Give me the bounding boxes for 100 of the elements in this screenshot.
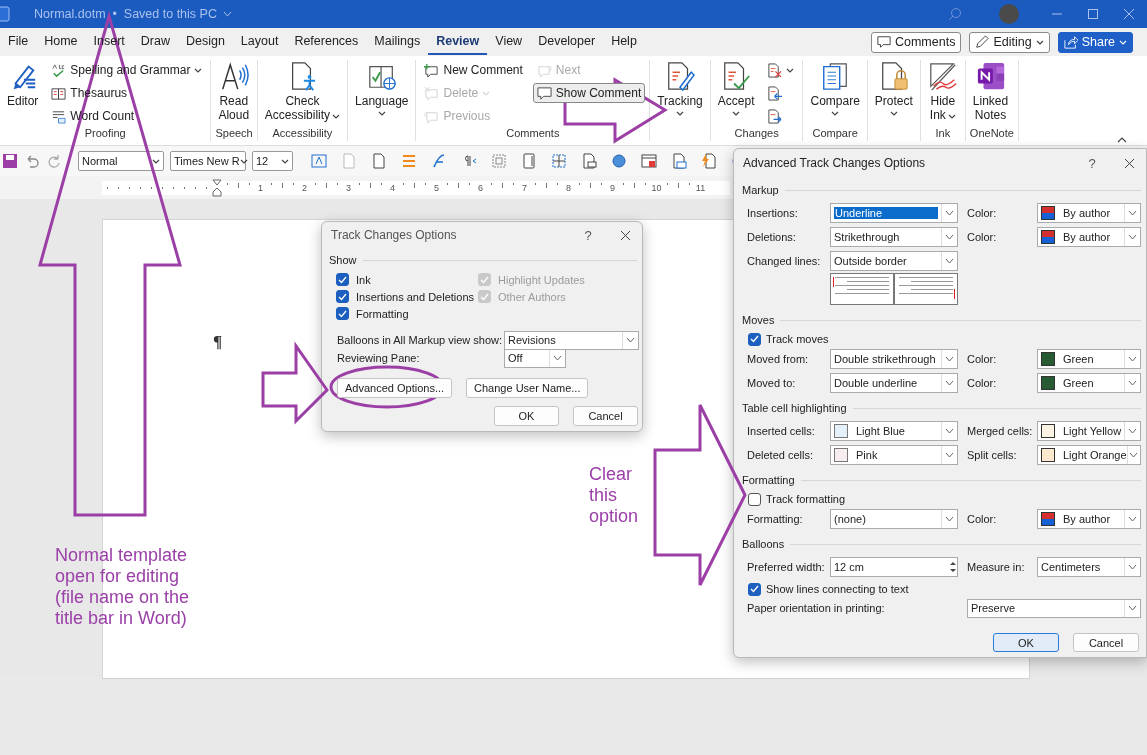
ribbon-tab[interactable]: Home bbox=[36, 29, 86, 55]
field-label: Color: bbox=[966, 231, 998, 243]
ribbon-tab[interactable]: Developer bbox=[530, 29, 604, 55]
checkbox-label[interactable]: Show lines connecting to text bbox=[766, 583, 909, 595]
dropdown[interactable]: Strikethrough bbox=[830, 227, 958, 247]
dropdown[interactable]: Light Yellow bbox=[1037, 421, 1141, 441]
font-size-dropdown[interactable]: 12 bbox=[252, 151, 293, 171]
header-button[interactable]: Editing bbox=[969, 31, 1050, 53]
page-icon[interactable] bbox=[371, 153, 387, 169]
dropdown[interactable]: Light Orange bbox=[1037, 445, 1141, 465]
dialog-button[interactable]: OK bbox=[993, 633, 1059, 652]
field-label: Moved to: bbox=[747, 377, 797, 389]
ribbon-button[interactable]: Compare bbox=[807, 60, 863, 117]
document-print-icon[interactable] bbox=[581, 153, 597, 169]
field-label: Color: bbox=[966, 513, 998, 525]
maximize-icon[interactable] bbox=[1087, 8, 1099, 20]
annotation-note: Clear this option bbox=[589, 464, 639, 527]
checkbox-label[interactable]: Track moves bbox=[766, 333, 829, 345]
spell-check-icon bbox=[51, 62, 67, 78]
ribbon-button[interactable]: Linked Notes bbox=[969, 60, 1012, 123]
ribbon-tab[interactable]: View bbox=[487, 29, 531, 55]
check-icon bbox=[750, 585, 759, 593]
dropdown[interactable]: Light Blue bbox=[830, 421, 958, 441]
checkbox[interactable] bbox=[336, 307, 349, 320]
comment-delete-icon bbox=[424, 85, 440, 101]
style-dropdown[interactable]: Normal bbox=[78, 151, 164, 171]
chevron-icon bbox=[945, 428, 954, 434]
text-box-icon[interactable] bbox=[311, 153, 327, 169]
dropdown[interactable]: By author bbox=[1037, 509, 1141, 529]
dialog-button[interactable]: OK bbox=[494, 406, 559, 426]
group-label: Comments bbox=[505, 127, 561, 141]
dropdown[interactable]: Double strikethrough bbox=[830, 349, 958, 369]
ribbon-tab[interactable]: Draw bbox=[132, 29, 178, 55]
collapse-icon[interactable] bbox=[1117, 137, 1127, 143]
close-icon[interactable] bbox=[619, 229, 631, 241]
checkbox-label[interactable]: Insertions and Deletions bbox=[356, 290, 474, 303]
spin-field[interactable]: 12 cm bbox=[830, 557, 958, 577]
ribbon-button[interactable]: Tracking bbox=[654, 60, 706, 117]
group-label: Proofing bbox=[83, 127, 127, 141]
close-icon[interactable] bbox=[1123, 8, 1135, 20]
notebook-page-icon[interactable] bbox=[521, 153, 537, 169]
caret-icon bbox=[152, 158, 160, 164]
ribbon-tab[interactable]: File bbox=[0, 29, 37, 55]
help-button[interactable]: ? bbox=[568, 227, 608, 243]
calendar-icon[interactable] bbox=[641, 153, 657, 169]
cursive-pen-icon[interactable] bbox=[431, 153, 447, 169]
header-button[interactable]: Comments bbox=[870, 31, 962, 53]
dropdown[interactable]: Preserve bbox=[967, 598, 1141, 618]
dropdown[interactable]: Underline bbox=[830, 203, 958, 223]
checkbox[interactable] bbox=[336, 273, 349, 286]
dropdown[interactable]: Centimeters bbox=[1037, 557, 1141, 577]
field-label: Paper orientation in printing: bbox=[747, 602, 886, 614]
dropdown[interactable]: Outside border bbox=[830, 251, 958, 271]
header-button[interactable]: Share bbox=[1057, 31, 1133, 53]
ribbon-button[interactable]: Show Comment bbox=[532, 83, 646, 103]
circle-icon[interactable] bbox=[611, 153, 627, 169]
close-icon[interactable] bbox=[1123, 157, 1135, 169]
checkbox[interactable] bbox=[336, 290, 349, 303]
ribbon-tab[interactable]: Design bbox=[177, 29, 233, 55]
dropdown[interactable]: By author bbox=[1037, 227, 1141, 247]
checkbox-label[interactable]: Ink bbox=[356, 273, 371, 286]
dialog-button[interactable]: Advanced Options... bbox=[337, 378, 453, 398]
document-bolt-icon[interactable] bbox=[701, 153, 717, 169]
chevron-icon bbox=[1128, 605, 1137, 611]
dropdown[interactable]: Green bbox=[1037, 349, 1141, 369]
lines-icon[interactable] bbox=[401, 153, 417, 169]
ribbon-button[interactable]: Read Aloud bbox=[215, 60, 253, 123]
group-label: Accessibility bbox=[271, 127, 334, 141]
dialog-button[interactable]: Cancel bbox=[1073, 633, 1139, 652]
dropdown[interactable]: Green bbox=[1037, 373, 1141, 393]
checkbox[interactable] bbox=[748, 332, 761, 346]
dialog-button[interactable]: Cancel bbox=[573, 406, 638, 426]
dropdown[interactable]: Pink bbox=[830, 445, 958, 465]
ribbon-button[interactable]: Language bbox=[352, 60, 412, 117]
help-button[interactable]: ? bbox=[1072, 155, 1112, 171]
dropdown[interactable]: (none) bbox=[830, 509, 958, 529]
ribbon-tab[interactable]: Mailings bbox=[366, 29, 429, 55]
dropdown[interactable]: By author bbox=[1037, 203, 1141, 223]
checkbox[interactable] bbox=[748, 582, 761, 596]
table-grid-icon[interactable] bbox=[551, 153, 567, 169]
ribbon-tab[interactable]: References bbox=[286, 29, 367, 55]
caret-icon bbox=[377, 111, 386, 116]
ribbon-tab[interactable]: Help bbox=[603, 29, 645, 55]
ribbon-button[interactable]: Editor bbox=[4, 60, 42, 109]
ribbon-button[interactable]: Check Accessibility bbox=[261, 60, 344, 123]
font-dropdown[interactable]: Times New R bbox=[170, 151, 246, 171]
dialog-button[interactable]: Change User Name... bbox=[466, 378, 589, 398]
checkbox[interactable] bbox=[748, 492, 761, 506]
ribbon-button[interactable]: New Comment bbox=[420, 60, 527, 80]
checkbox-label[interactable]: Formatting bbox=[356, 307, 409, 320]
ribbon-button[interactable]: Protect bbox=[871, 60, 916, 117]
ribbon-button[interactable]: Accept bbox=[714, 60, 758, 117]
dropdown[interactable]: Revisions bbox=[504, 330, 639, 350]
dialog-title: Advanced Track Changes Options bbox=[743, 156, 927, 170]
ribbon-tab[interactable]: Layout bbox=[232, 29, 287, 55]
dropdown[interactable]: Double underline bbox=[830, 373, 958, 393]
ribbon-button[interactable]: Hide Ink bbox=[924, 60, 961, 123]
save-icon[interactable] bbox=[2, 153, 18, 169]
document-mail-icon[interactable] bbox=[671, 153, 687, 169]
checkbox-label[interactable]: Track formatting bbox=[766, 493, 846, 505]
